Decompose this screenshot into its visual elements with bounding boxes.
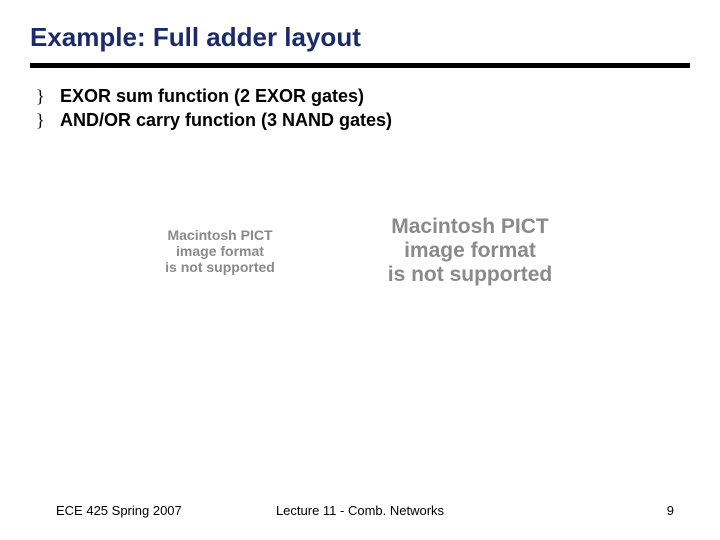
placeholder-line: image format <box>176 243 264 259</box>
placeholder-line: image format <box>404 239 536 263</box>
bullet-list: EXOR sum function (2 EXOR gates) AND/OR … <box>30 84 690 133</box>
footer-center: Lecture 11 - Comb. Networks <box>0 503 720 518</box>
pict-placeholder-large: Macintosh PICT image format is not suppo… <box>340 215 600 287</box>
placeholder-line: is not supported <box>165 259 275 275</box>
placeholder-line: is not supported <box>388 263 553 287</box>
footer: ECE 425 Spring 2007 Lecture 11 - Comb. N… <box>0 503 720 518</box>
bullet-item: EXOR sum function (2 EXOR gates) <box>36 84 690 108</box>
bullet-item: AND/OR carry function (3 NAND gates) <box>36 108 690 132</box>
slide-title: Example: Full adder layout <box>30 22 690 53</box>
image-row: Macintosh PICT image format is not suppo… <box>0 215 720 287</box>
placeholder-line: Macintosh PICT <box>391 215 549 239</box>
pict-placeholder-small: Macintosh PICT image format is not suppo… <box>120 227 320 275</box>
title-underline <box>30 63 690 68</box>
placeholder-line: Macintosh PICT <box>167 227 272 243</box>
slide: Example: Full adder layout EXOR sum func… <box>0 0 720 540</box>
